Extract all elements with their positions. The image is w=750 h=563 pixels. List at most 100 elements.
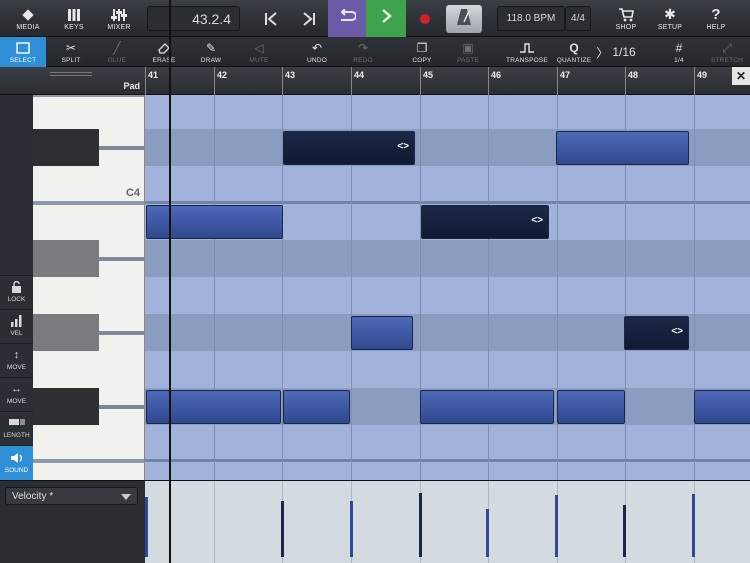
black-key[interactable] [33,314,99,351]
close-button[interactable]: ✕ [732,67,750,85]
play-button[interactable] [366,0,406,37]
select-icon [16,41,30,55]
loop-button[interactable] [328,0,366,37]
mixer-button[interactable]: MIXER [97,0,141,37]
black-key[interactable] [33,388,99,425]
midi-note-selected[interactable]: <> [283,131,415,165]
pitch-row [145,425,750,480]
velocity-bar[interactable] [623,505,626,557]
octave-divider [145,459,750,462]
resize-handle-icon[interactable]: <> [671,326,683,337]
midi-note[interactable] [146,205,283,239]
select-tool[interactable]: SELECT [0,37,46,67]
white-key-divider [33,95,144,97]
piano-keyboard[interactable]: C4 [33,95,145,480]
velocity-bar[interactable] [145,497,148,557]
bar-tick [625,67,626,95]
mute-tool[interactable]: ◁ MUTE [240,37,278,67]
help-button[interactable]: ? HELP [696,0,736,37]
glue-tool[interactable]: ╱ GLUE [98,37,136,67]
sound-button[interactable]: SOUND [0,445,33,480]
midi-note[interactable] [556,131,689,165]
loop-icon [338,8,357,28]
resize-handle-icon[interactable]: <> [397,141,409,152]
midi-note[interactable] [146,390,281,424]
velocity-parameter-select[interactable]: Velocity * [5,487,138,505]
lock-button[interactable]: LOCK [0,275,33,308]
split-tool[interactable]: ✂ SPLIT [52,37,90,67]
draw-tool[interactable]: ✎ DRAW [192,37,230,67]
quantize-value-selector[interactable]: 〉 1/16 [594,37,638,67]
midi-note-selected[interactable]: <> [624,316,689,350]
black-key[interactable] [33,129,99,166]
keys-button[interactable]: KEYS [52,0,96,37]
lock-icon [11,280,22,294]
velocity-bar[interactable] [555,495,558,557]
black-key[interactable] [33,240,99,277]
move-horizontal-button[interactable]: ↔ MOVE [0,377,33,410]
grid-button[interactable]: # 1/4 [660,37,698,67]
black-key-divider [99,331,144,335]
midi-note[interactable] [283,390,350,424]
move-vertical-button[interactable]: ↕ MOVE [0,343,33,376]
midi-note[interactable] [351,316,413,350]
erase-tool[interactable]: ERASE [144,37,184,67]
tempo-display[interactable]: 118.0 BPM [497,6,565,31]
copy-button[interactable]: ❐ COPY [403,37,441,67]
stretch-tool[interactable]: ⤢ STRETCH [706,37,748,67]
transpose-button[interactable]: TRANSPOSE [503,37,551,67]
bar-number: 47 [560,70,571,80]
midi-note[interactable] [420,390,554,424]
velocity-bar[interactable] [486,509,489,557]
transpose-icon [519,41,535,55]
undo-button[interactable]: ↶ UNDO [298,37,336,67]
record-button[interactable] [412,0,438,37]
resize-handle-icon[interactable]: <> [531,215,543,226]
velocity-bar[interactable] [419,493,422,557]
skip-forward-icon [302,11,316,27]
stretch-icon: ⤢ [722,40,732,55]
bar-ruler[interactable]: 41 42 43 44 45 46 47 48 49 ✕ [145,67,750,95]
quantize-icon: Q [569,40,579,55]
velocity-tool-button[interactable]: VEL [0,309,33,342]
bar-tick [145,67,146,95]
midi-note[interactable] [694,390,750,424]
playhead[interactable] [169,0,171,563]
white-key-divider [33,201,144,205]
forward-button[interactable] [296,0,322,37]
copy-label: COPY [412,56,432,64]
quantize-value: 1/16 [612,45,636,59]
midi-note-selected[interactable]: <> [421,205,549,239]
metronome-button[interactable] [446,5,482,33]
rewind-button[interactable] [258,0,284,37]
media-button[interactable]: MEDIA [6,0,50,37]
note-grid[interactable]: <> <> <> [145,95,750,480]
stretch-label: STRETCH [710,56,744,64]
velocity-bar[interactable] [281,501,284,557]
velocity-bar[interactable] [350,501,353,557]
media-label: MEDIA [16,23,40,31]
shop-button[interactable]: SHOP [606,0,646,37]
position-display[interactable]: 43.2.4 [147,6,240,31]
copy-icon: ❐ [416,40,428,55]
help-label: HELP [706,23,726,31]
bar-number: 49 [697,70,708,80]
pencil-icon: ✎ [205,40,217,55]
velocity-bar[interactable] [692,494,695,557]
track-header: Pad [0,67,145,95]
setup-button[interactable]: ✱ SETUP [650,0,690,37]
mixer-icon [111,7,127,23]
signature-display[interactable]: 4/4 [565,6,591,31]
media-icon [21,7,35,23]
bar-number: 43 [285,70,296,80]
edit-toolbar: SELECT ✂ SPLIT ╱ GLUE ERASE ✎ DRAW ◁ MUT… [0,37,750,67]
grid-icon: # [675,40,683,55]
midi-note[interactable] [557,390,625,424]
black-key-divider [99,257,144,261]
quantize-button[interactable]: Q QUANTIZE [555,37,593,67]
redo-button[interactable]: ↷ REDO [344,37,382,67]
length-button[interactable]: LENGTH [0,411,33,444]
velocity-lane[interactable] [145,480,750,563]
paste-button[interactable]: ▣ PASTE [449,37,487,67]
move-vertical-label: MOVE [6,364,27,371]
